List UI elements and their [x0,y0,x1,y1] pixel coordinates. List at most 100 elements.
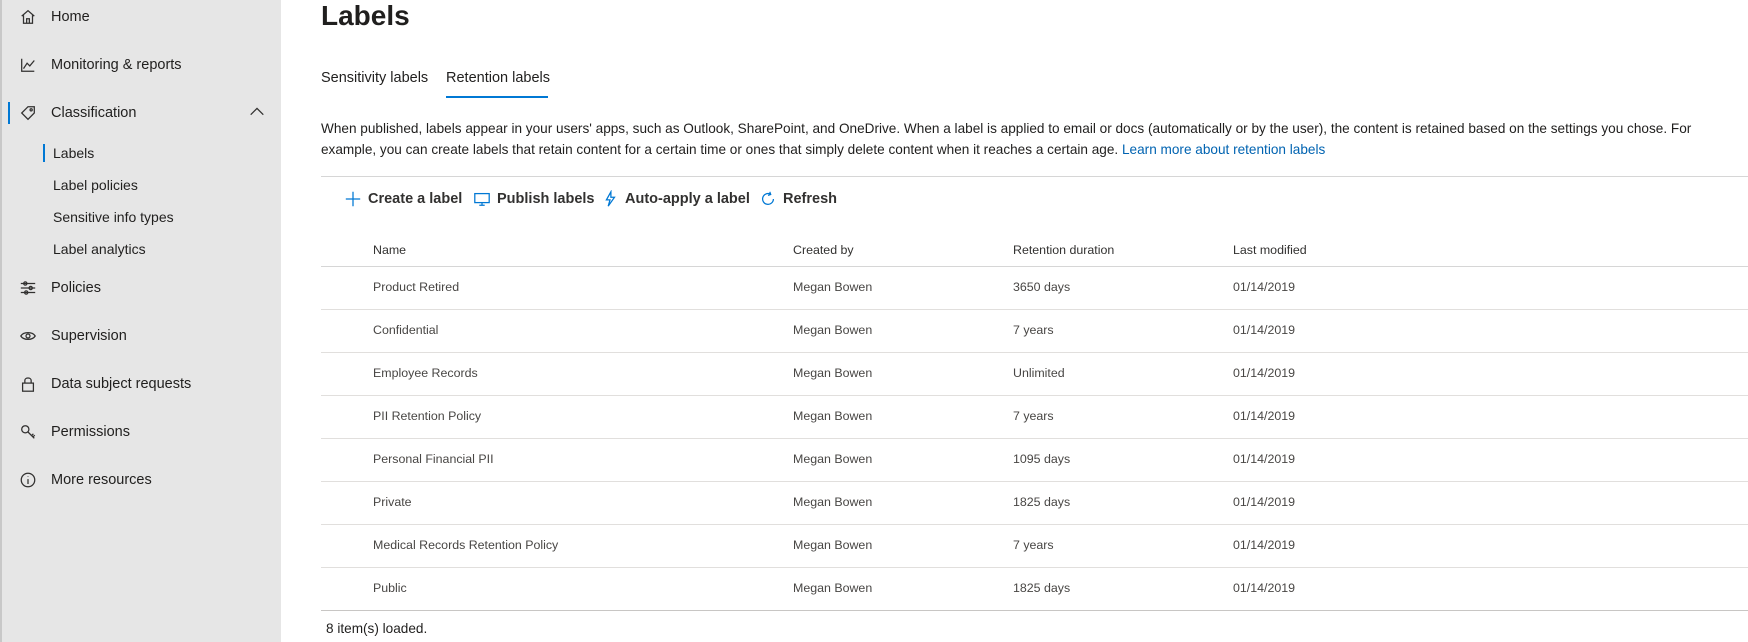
sliders-icon [18,278,38,298]
nav-item-label: More resources [51,472,152,488]
auto-apply-label-text: Auto-apply a label [625,191,750,207]
cell-last-modified: 01/14/2019 [1233,538,1296,552]
toolbar-divider [321,176,1748,177]
nav-item-policies[interactable]: Policies [2,268,283,308]
cell-created-by: Megan Bowen [793,495,873,509]
nav-item-label: Policies [51,280,101,296]
home-icon [18,7,38,27]
sub-item-label: Label policies [53,177,138,193]
cell-retention-duration: Unlimited [1013,366,1065,380]
nav-item-monitoring-reports[interactable]: Monitoring & reports [2,45,283,85]
cell-last-modified: 01/14/2019 [1233,452,1296,466]
sidebar-subitem-label-policies[interactable]: Label policies [2,170,283,200]
nav-item-label: Monitoring & reports [51,57,182,73]
cell-retention-duration: 3650 days [1013,280,1071,294]
publish-labels-button[interactable]: Publish labels [473,188,595,210]
cell-name: PII Retention Policy [373,409,482,423]
learn-more-link[interactable]: Learn more about retention labels [1122,142,1325,157]
info-icon [18,470,38,490]
cell-retention-duration: 7 years [1013,323,1054,337]
table-row[interactable]: PII Retention Policy Megan Bowen 7 years… [321,396,1748,439]
page-description: When published, labels appear in your us… [321,118,1741,160]
column-header-name[interactable]: Name [373,243,406,257]
cell-retention-duration: 1825 days [1013,581,1071,595]
nav-item-label: Home [51,9,90,25]
table-row[interactable]: Confidential Megan Bowen 7 years 01/14/2… [321,310,1748,353]
cell-name: Public [373,581,407,595]
tag-icon [18,103,38,123]
nav-item-permissions[interactable]: Permissions [2,412,283,452]
cell-name: Private [373,495,412,509]
table-row[interactable]: Private Megan Bowen 1825 days 01/14/2019 [321,482,1748,525]
page-title: Labels [321,0,410,31]
create-label-button[interactable]: Create a label [344,188,462,210]
cell-last-modified: 01/14/2019 [1233,323,1296,337]
nav-item-more-resources[interactable]: More resources [2,460,283,500]
sidebar-subitem-labels[interactable]: Labels [2,138,283,168]
lock-icon [18,374,38,394]
cell-last-modified: 01/14/2019 [1233,280,1296,294]
column-header-last-modified[interactable]: Last modified [1233,243,1307,257]
active-indicator [43,144,45,162]
main-content: Labels Sensitivity labels Retention labe… [281,0,1748,642]
nav-item-classification[interactable]: Classification [2,93,283,133]
table-row[interactable]: Personal Financial PII Megan Bowen 1095 … [321,439,1748,482]
left-nav: Home Monitoring & reports Classification… [0,0,281,642]
active-indicator [8,102,10,124]
tab-sensitivity-labels[interactable]: Sensitivity labels [321,70,428,86]
chevron-up-icon[interactable] [248,103,268,123]
cell-name: Employee Records [373,366,478,380]
items-loaded-status: 8 item(s) loaded. [326,621,428,636]
cell-created-by: Megan Bowen [793,538,873,552]
cell-created-by: Megan Bowen [793,366,873,380]
cell-created-by: Megan Bowen [793,452,873,466]
cell-name: Product Retired [373,280,460,294]
refresh-button[interactable]: Refresh [759,188,837,210]
table-row[interactable]: Medical Records Retention Policy Megan B… [321,525,1748,568]
sidebar-subitem-sensitive-info-types[interactable]: Sensitive info types [2,202,283,232]
cell-last-modified: 01/14/2019 [1233,409,1296,423]
refresh-icon [759,190,777,208]
nav-item-label: Supervision [51,328,127,344]
column-header-created-by[interactable]: Created by [793,243,854,257]
nav-item-label: Permissions [51,424,130,440]
cell-retention-duration: 7 years [1013,538,1054,552]
auto-apply-label-button[interactable]: Auto-apply a label [601,188,750,210]
cell-name: Medical Records Retention Policy [373,538,559,552]
sub-item-label: Labels [53,145,95,161]
active-tab-underline [446,96,548,98]
add-icon [344,190,362,208]
cell-created-by: Megan Bowen [793,323,873,337]
column-header-retention-duration[interactable]: Retention duration [1013,243,1114,257]
cell-last-modified: 01/14/2019 [1233,495,1296,509]
publish-icon [473,190,491,208]
nav-item-home[interactable]: Home [2,0,283,37]
table-row[interactable]: Public Megan Bowen 1825 days 01/14/2019 [321,568,1748,611]
cell-retention-duration: 1095 days [1013,452,1071,466]
cell-last-modified: 01/14/2019 [1233,366,1296,380]
cell-last-modified: 01/14/2019 [1233,581,1296,595]
cell-retention-duration: 7 years [1013,409,1054,423]
cell-name: Personal Financial PII [373,452,494,466]
cell-retention-duration: 1825 days [1013,495,1071,509]
cell-created-by: Megan Bowen [793,581,873,595]
tab-retention-labels[interactable]: Retention labels [446,70,550,86]
sidebar-subitem-label-analytics[interactable]: Label analytics [2,234,283,264]
create-label-text: Create a label [368,191,463,207]
publish-labels-text: Publish labels [497,191,595,207]
refresh-text: Refresh [783,191,837,207]
nav-item-data-subject-requests[interactable]: Data subject requests [2,364,283,404]
cell-created-by: Megan Bowen [793,409,873,423]
nav-item-supervision[interactable]: Supervision [2,316,283,356]
chart-icon [18,55,38,75]
nav-item-label: Data subject requests [51,376,192,392]
key-icon [18,422,38,442]
description-text: When published, labels appear in your us… [321,121,1692,157]
nav-item-label: Classification [51,105,137,121]
eye-icon [18,326,38,346]
cell-name: Confidential [373,323,439,337]
auto-apply-icon [601,190,619,208]
table-row[interactable]: Employee Records Megan Bowen Unlimited 0… [321,353,1748,396]
sub-item-label: Sensitive info types [53,209,174,225]
table-row[interactable]: Product Retired Megan Bowen 3650 days 01… [321,267,1748,310]
